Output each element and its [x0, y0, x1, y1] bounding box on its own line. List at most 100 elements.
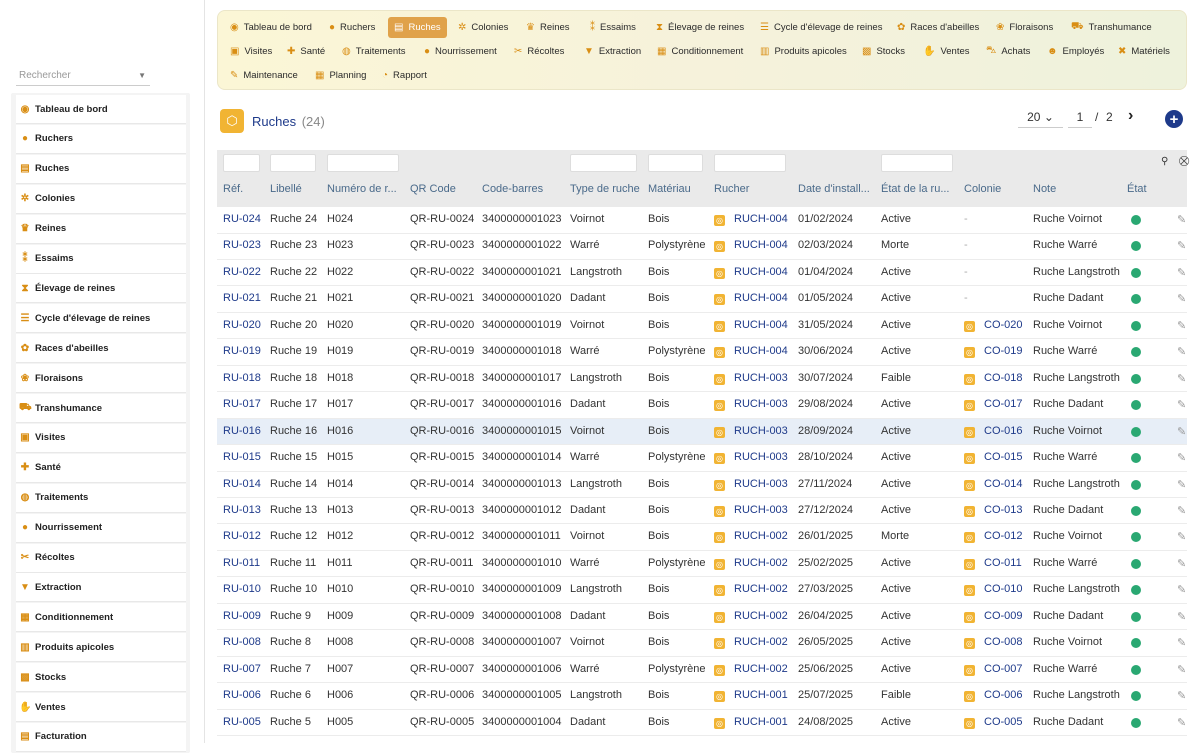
column-header[interactable]: Matériau	[648, 183, 691, 195]
nav-item[interactable]: ✿ Races d'abeilles	[891, 17, 985, 38]
ref-link[interactable]: RU-016	[223, 425, 261, 437]
nav-item[interactable]: ◍ Traitements	[336, 41, 412, 62]
table-row[interactable]: RU-005 Ruche 5 H005 QR-RU-0005 3400000001004…	[217, 710, 1187, 737]
rucher-link[interactable]: RUCH-004	[734, 239, 788, 251]
ref-link[interactable]: RU-006	[223, 689, 261, 701]
table-row[interactable]: RU-024 Ruche 24 H024 QR-RU-0024 340000000102…	[217, 207, 1187, 234]
edit-icon[interactable]: ✎	[1177, 319, 1186, 332]
rucher-link[interactable]: RUCH-003	[734, 398, 788, 410]
table-row[interactable]: RU-023 Ruche 23 H023 QR-RU-0023 340000000102…	[217, 233, 1187, 260]
ref-link[interactable]: RU-008	[223, 636, 261, 648]
column-header[interactable]: Réf.	[223, 183, 243, 195]
rucher-link[interactable]: RUCH-004	[734, 213, 788, 225]
rucher-link[interactable]: RUCH-003	[734, 451, 788, 463]
sidebar-item[interactable]: ✂ Récoltes	[16, 543, 186, 573]
ref-link[interactable]: RU-021	[223, 292, 261, 304]
column-header[interactable]: État de la ru...	[881, 183, 949, 195]
rucher-link[interactable]: RUCH-002	[734, 663, 788, 675]
nav-item[interactable]: ❀ Floraisons	[990, 17, 1059, 38]
nav-item[interactable]: ◔ Rapport	[376, 65, 433, 86]
rucher-link[interactable]: RUCH-003	[734, 372, 788, 384]
sidebar-item[interactable]: ☰ Cycle d'élevage de reines	[16, 304, 186, 334]
colonie-cell[interactable]: ◎ CO-012	[964, 530, 1023, 544]
sidebar-item[interactable]: ✲ Colonies	[16, 184, 186, 214]
colonie-link[interactable]: CO-012	[984, 530, 1023, 542]
colonie-link[interactable]: CO-014	[984, 478, 1023, 490]
ref-link[interactable]: RU-024	[223, 213, 261, 225]
rucher-cell[interactable]: ◎ RUCH-002	[714, 583, 788, 597]
rucher-link[interactable]: RUCH-002	[734, 610, 788, 622]
rucher-cell[interactable]: ◎ RUCH-004	[714, 213, 788, 226]
sidebar-search-input[interactable]: Rechercher ▼	[16, 67, 150, 86]
rucher-cell[interactable]: ◎ RUCH-003	[714, 425, 788, 438]
chevron-down-icon[interactable]: ▼	[138, 71, 146, 80]
nav-item[interactable]: ● Ruchers	[323, 17, 381, 38]
nav-item[interactable]: ♛ Reines	[520, 17, 576, 38]
rucher-cell[interactable]: ◎ RUCH-004	[714, 319, 788, 332]
colonie-cell[interactable]: ◎ CO-013	[964, 504, 1023, 517]
column-header[interactable]: Code-barres	[482, 183, 543, 195]
colonie-link[interactable]: CO-020	[984, 319, 1023, 331]
sidebar-item[interactable]: ▩ Stocks	[16, 663, 186, 693]
edit-icon[interactable]: ✎	[1177, 292, 1186, 305]
nav-item[interactable]: ▣ Visites	[224, 41, 278, 62]
colonie-link[interactable]: CO-016	[984, 425, 1023, 437]
colonie-cell[interactable]: ◎ CO-016	[964, 425, 1023, 438]
nav-item[interactable]: ▦ Conditionnement	[651, 41, 749, 62]
column-filter-input[interactable]	[881, 154, 953, 172]
edit-icon[interactable]: ✎	[1177, 239, 1186, 252]
table-row[interactable]: RU-021 Ruche 21 H021 QR-RU-0021 340000000102…	[217, 286, 1187, 313]
rucher-cell[interactable]: ◎ RUCH-002	[714, 530, 788, 544]
rucher-link[interactable]: RUCH-002	[734, 636, 788, 648]
nav-item[interactable]: ✲ Colonies	[452, 17, 514, 38]
column-header[interactable]: Libellé	[270, 183, 302, 195]
nav-item[interactable]: ✚ Santé	[281, 41, 331, 62]
ref-link[interactable]: RU-023	[223, 239, 261, 251]
edit-icon[interactable]: ✎	[1177, 583, 1186, 596]
table-row[interactable]: RU-016 Ruche 16 H016 QR-RU-0016 340000000101…	[217, 418, 1187, 446]
column-filter-input[interactable]	[570, 154, 637, 172]
sidebar-item[interactable]: ● Ruchers	[16, 124, 186, 154]
edit-icon[interactable]: ✎	[1177, 716, 1186, 729]
edit-icon[interactable]: ✎	[1177, 266, 1186, 279]
nav-item[interactable]: ▥ Produits apicoles	[754, 41, 853, 62]
table-row[interactable]: RU-014 Ruche 14 H014 QR-RU-0014 340000000101…	[217, 472, 1187, 498]
sidebar-item[interactable]: ⁑ Essaims	[16, 244, 186, 274]
colonie-cell[interactable]: ◎ CO-009	[964, 610, 1023, 623]
rucher-cell[interactable]: ◎ RUCH-001	[714, 716, 788, 729]
rucher-link[interactable]: RUCH-003	[734, 478, 788, 490]
edit-icon[interactable]: ✎	[1177, 451, 1186, 464]
table-row[interactable]: RU-011 Ruche 11 H011 QR-RU-0011 340000000101…	[217, 551, 1187, 578]
rucher-link[interactable]: RUCH-001	[734, 689, 788, 701]
sidebar-item[interactable]: ▦ Conditionnement	[16, 603, 186, 633]
rucher-cell[interactable]: ◎ RUCH-002	[714, 557, 788, 570]
table-row[interactable]: RU-018 Ruche 18 H018 QR-RU-0018 340000000101…	[217, 366, 1187, 393]
add-button[interactable]: +	[1165, 110, 1183, 128]
rucher-link[interactable]: RUCH-003	[734, 425, 788, 437]
next-page-icon[interactable]: ›	[1128, 107, 1133, 125]
sidebar-item[interactable]: ▼ Extraction	[16, 573, 186, 603]
edit-icon[interactable]: ✎	[1177, 557, 1186, 570]
nav-item[interactable]: ✖ Matériels	[1112, 41, 1176, 62]
colonie-cell[interactable]: ◎ CO-020	[964, 319, 1023, 332]
rucher-cell[interactable]: ◎ RUCH-003	[714, 451, 788, 465]
rucher-cell[interactable]: ◎ RUCH-003	[714, 504, 788, 517]
ref-link[interactable]: RU-013	[223, 504, 261, 516]
colonie-link[interactable]: CO-009	[984, 610, 1023, 622]
table-row[interactable]: RU-010 Ruche 10 H010 QR-RU-0010 340000000100…	[217, 577, 1187, 604]
sidebar-item[interactable]: ♛ Reines	[16, 214, 186, 244]
column-header[interactable]: Type de ruche	[570, 183, 640, 195]
rucher-cell[interactable]: ◎ RUCH-004	[714, 266, 788, 279]
table-row[interactable]: RU-009 Ruche 9 H009 QR-RU-0009 3400000001008…	[217, 604, 1187, 631]
page-size-select[interactable]: 20 ⌄	[1018, 110, 1063, 128]
table-row[interactable]: RU-015 Ruche 15 H015 QR-RU-0015 340000000101…	[217, 445, 1187, 472]
edit-icon[interactable]: ✎	[1177, 345, 1186, 358]
column-filter-input[interactable]	[648, 154, 703, 172]
colonie-cell[interactable]: ◎ CO-010	[964, 583, 1023, 597]
rucher-cell[interactable]: ◎ RUCH-002	[714, 636, 788, 650]
rucher-cell[interactable]: ◎ RUCH-002	[714, 610, 788, 623]
colonie-link[interactable]: CO-005	[984, 716, 1023, 728]
colonie-link[interactable]: CO-011	[984, 557, 1022, 569]
column-header[interactable]: Date d'install...	[798, 183, 870, 195]
sidebar-item[interactable]: ◉ Tableau de bord	[16, 95, 186, 124]
